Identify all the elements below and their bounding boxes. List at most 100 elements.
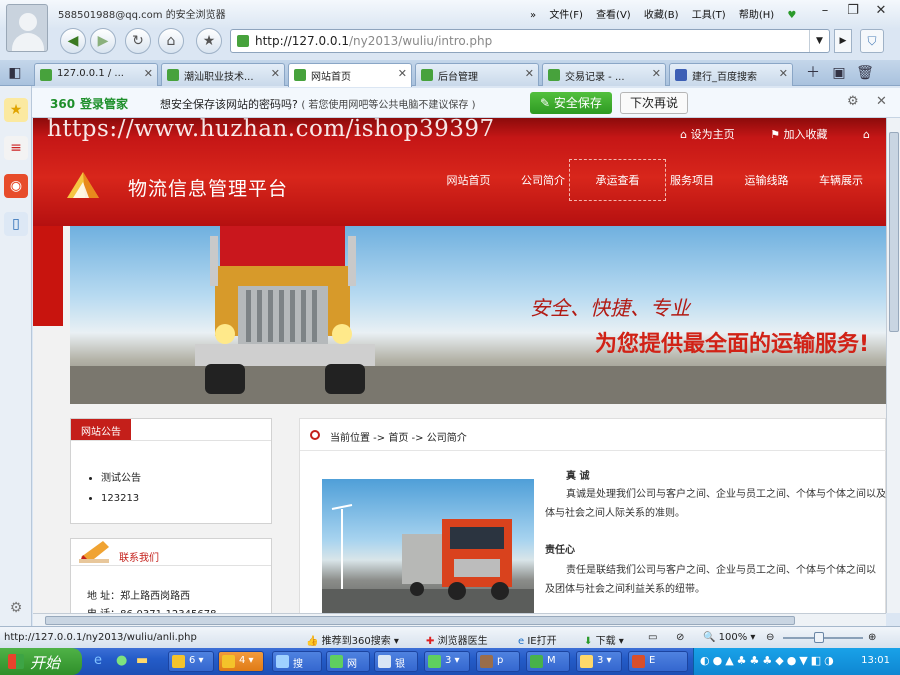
- tab-close-icon[interactable]: ✕: [398, 67, 407, 80]
- notice-item[interactable]: 测试公告: [101, 469, 141, 489]
- truck-illustration: [70, 226, 886, 404]
- start-button[interactable]: 开始: [0, 648, 82, 675]
- nav-services[interactable]: 服务项目: [657, 172, 728, 188]
- zoom-out-icon[interactable]: ⊖: [766, 632, 774, 643]
- refresh-button[interactable]: ↻: [125, 28, 151, 54]
- taskbar-bank[interactable]: 银: [374, 651, 418, 672]
- site-name: 物流信息管理平台: [128, 178, 289, 200]
- download-manager[interactable]: ⬇ 下载 ▾: [584, 632, 624, 647]
- vertical-scroll-thumb[interactable]: [889, 132, 899, 332]
- skin-shirt-icon[interactable]: ♥: [787, 10, 796, 21]
- sidebar-toggle-icon[interactable]: ◧: [4, 63, 26, 83]
- tray-icons[interactable]: ◐●▲♣♣♣◆●▼◧◑: [700, 654, 837, 667]
- breadcrumb: 当前位置 -> 首页 -> 公司简介: [300, 419, 886, 451]
- tab-close-icon[interactable]: ✕: [779, 67, 788, 80]
- bank-app-icon: [378, 655, 391, 668]
- home-button[interactable]: ⌂: [158, 28, 184, 54]
- favorite-star-button[interactable]: ★: [196, 28, 222, 54]
- password-settings-icon[interactable]: ⚙: [847, 94, 859, 109]
- window-controls: – ❐ ✕: [812, 2, 894, 20]
- taskbar-group-3[interactable]: 3 ▾: [424, 651, 470, 672]
- taskbar-qq-group-1[interactable]: 6 ▾: [168, 651, 214, 672]
- save-password-button[interactable]: ✎ 安全保存: [530, 92, 612, 114]
- recommend-360-search[interactable]: 👍 推荐到360搜索 ▾: [306, 632, 399, 647]
- new-tab-icon[interactable]: ＋: [802, 63, 824, 83]
- taskbar-search[interactable]: 搜: [272, 651, 322, 672]
- address-bar[interactable]: http://127.0.0.1/ny2013/wuliu/intro.php …: [230, 29, 830, 53]
- news-icon[interactable]: ≡: [4, 136, 28, 160]
- taskbar-qq-group-2[interactable]: 4 ▾: [218, 651, 264, 672]
- tab-close-icon[interactable]: ✕: [144, 67, 153, 80]
- taskbar-p[interactable]: p: [476, 651, 520, 672]
- notice-item[interactable]: 123213: [101, 489, 141, 509]
- menu-expand-icon[interactable]: »: [530, 10, 536, 21]
- horizontal-scroll-thumb[interactable]: [45, 616, 795, 625]
- tab-close-icon[interactable]: ✕: [271, 67, 280, 80]
- nav-about[interactable]: 公司简介: [508, 172, 579, 188]
- tab-close-icon[interactable]: ✕: [652, 67, 661, 80]
- phone-sync-icon[interactable]: ▯: [4, 212, 28, 236]
- settings-gear-icon[interactable]: ⚙: [4, 596, 28, 620]
- mute-icon[interactable]: ⊘: [676, 632, 684, 643]
- quicklaunch-ie-icon[interactable]: e: [94, 653, 102, 668]
- notice-list: 测试公告 123213: [101, 469, 141, 509]
- tab-transactions[interactable]: 交易记录 - ... ✕: [542, 63, 666, 86]
- tab-phpmyadmin[interactable]: 127.0.0.1 / ... ✕: [34, 63, 158, 86]
- nav-home[interactable]: 网站首页: [433, 172, 504, 188]
- back-button[interactable]: ◀: [60, 28, 86, 54]
- maximize-button[interactable]: ❐: [840, 2, 866, 20]
- menu-help[interactable]: 帮助(H): [739, 10, 774, 21]
- forward-button[interactable]: ▶: [90, 28, 116, 54]
- tab-close-icon[interactable]: ✕: [525, 67, 534, 80]
- left-column: 网站公告 测试公告 123213 联系我们 地 址：郑上路西岗路西 电 话：86…: [70, 418, 272, 613]
- tab-chaoshan[interactable]: 潮汕职业技术... ✕: [161, 63, 285, 86]
- address-url[interactable]: http://127.0.0.1/ny2013/wuliu/intro.php: [255, 34, 492, 48]
- close-button[interactable]: ✕: [868, 2, 894, 20]
- user-avatar[interactable]: [6, 4, 48, 52]
- security-shield-icon[interactable]: ⛉: [860, 29, 884, 53]
- ie-open[interactable]: e IE打开: [518, 632, 557, 647]
- tab-list-icon[interactable]: ▣: [828, 63, 850, 83]
- baidu-paw-icon: [675, 69, 687, 81]
- nav-vehicles[interactable]: 车辆展示: [806, 172, 877, 188]
- tab-site-home[interactable]: 网站首页 ✕: [288, 63, 412, 87]
- taskbar-e[interactable]: E: [628, 651, 688, 672]
- tab-baidu[interactable]: 建行_百度搜索 ✕: [669, 63, 793, 86]
- tab-admin[interactable]: 后台管理 ✕: [415, 63, 539, 86]
- menu-view[interactable]: 查看(V): [596, 10, 631, 21]
- section-responsibility-text-2: 及团体与社会之间利益关系的纽带。: [545, 584, 705, 595]
- menu-file[interactable]: 文件(F): [549, 10, 583, 21]
- later-button[interactable]: 下次再说: [620, 92, 688, 114]
- taskbar-m[interactable]: M: [526, 651, 570, 672]
- watermark-url: https://www.huzhan.com/ishop39397: [47, 118, 495, 142]
- trash-icon[interactable]: 🗑: [854, 63, 876, 83]
- browser-doctor[interactable]: ✚ 浏览器医生: [426, 632, 488, 647]
- menu-favorites[interactable]: 收藏(B): [644, 10, 679, 21]
- password-bar-close-icon[interactable]: ✕: [876, 94, 887, 109]
- more-link-icon[interactable]: ⌂: [863, 128, 870, 141]
- zoom-in-icon[interactable]: ⊕: [868, 632, 876, 643]
- main-content: 当前位置 -> 首页 -> 公司简介 真 诚 真诚是处理我们公司与客户之间、企业…: [299, 418, 886, 613]
- nav-routes[interactable]: 运输线路: [731, 172, 802, 188]
- taskbar-browser[interactable]: 网: [326, 651, 370, 672]
- taskbar-folders[interactable]: 3 ▾: [576, 651, 622, 672]
- menu-tools[interactable]: 工具(T): [692, 10, 726, 21]
- set-homepage-link[interactable]: ⌂ 设为主页: [680, 128, 750, 141]
- quicklaunch-folder-icon[interactable]: ▬: [136, 653, 148, 668]
- browser-app-icon: [330, 655, 343, 668]
- horizontal-scrollbar[interactable]: [33, 613, 886, 626]
- add-favorite-link[interactable]: ⚑ 加入收藏: [770, 128, 843, 141]
- notice-panel: 网站公告 测试公告 123213: [70, 418, 272, 524]
- minimize-button[interactable]: –: [812, 2, 838, 20]
- address-dropdown-icon[interactable]: ▼: [809, 30, 829, 52]
- quicklaunch-360-icon[interactable]: ●: [116, 653, 127, 668]
- zoom-slider-thumb[interactable]: [814, 632, 824, 643]
- go-button[interactable]: ▶: [834, 29, 852, 53]
- zoom-level[interactable]: 🔍 100% ▾: [703, 632, 755, 643]
- screen-icon[interactable]: ▭: [648, 632, 657, 643]
- nav-shipping[interactable]: 承运查看: [569, 159, 666, 201]
- favorites-star-icon[interactable]: ★: [4, 98, 28, 122]
- password-save-bar: 360 登录管家 想安全保存该网站的密码吗? ( 若您使用网吧等公共电脑不建议保…: [32, 88, 900, 118]
- weibo-icon[interactable]: ◉: [4, 174, 28, 198]
- vertical-scrollbar[interactable]: [886, 118, 900, 613]
